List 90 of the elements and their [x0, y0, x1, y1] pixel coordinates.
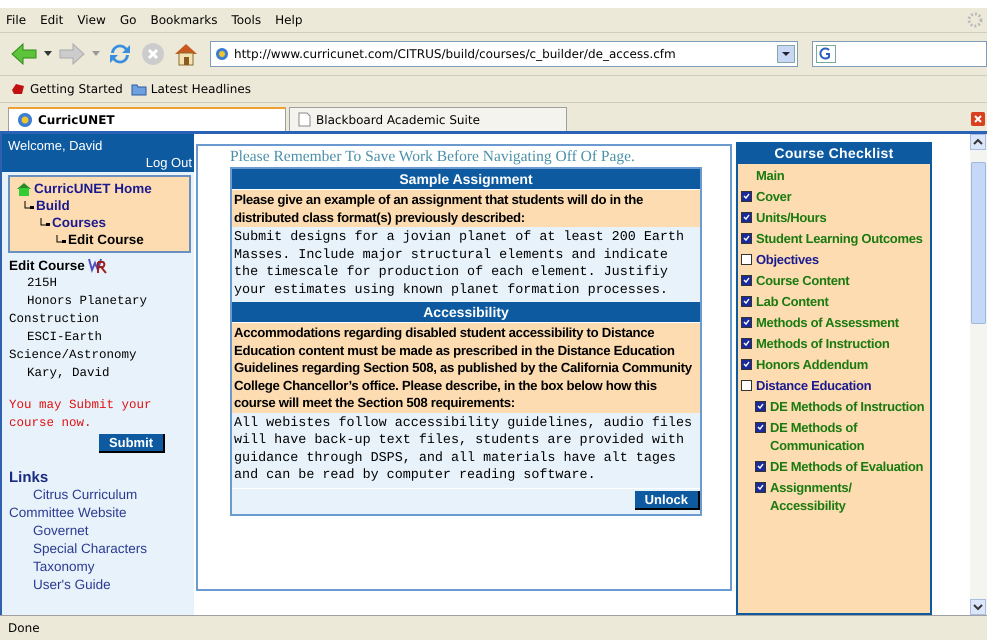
menu-item[interactable]: Tools: [232, 13, 262, 27]
submit-button[interactable]: Submit: [99, 434, 166, 453]
checklist-link[interactable]: Cover: [756, 188, 792, 206]
checklist-link[interactable]: DE Methods of Communication: [770, 419, 927, 455]
course-info-line: Honors Planetary Construction: [9, 293, 148, 328]
dropdown-icon[interactable]: [44, 51, 52, 57]
checkbox[interactable]: [741, 233, 752, 244]
checklist-link[interactable]: DE Methods of Instruction: [770, 398, 924, 416]
answer-text: Submit designs for a jovian planet of at least 200 Earth Masses. Include major structural elements and indicate the timescale for production of each element. Justifiy your estimates using known planet formation processes.: [233, 229, 685, 300]
checkbox[interactable]: [741, 254, 752, 265]
course-info-line: Kary, David: [26, 365, 111, 382]
breadcrumb-link[interactable]: Edit Course: [68, 231, 144, 248]
sidebar-link[interactable]: Special Characters: [2, 540, 194, 558]
checklist-link[interactable]: Methods of Assessment: [756, 314, 899, 332]
checkbox[interactable]: [741, 380, 752, 391]
browser-tab[interactable]: Blackboard Academic Suite: [289, 107, 567, 131]
scrollbar[interactable]: [970, 134, 987, 615]
scroll-down-icon[interactable]: [970, 599, 986, 615]
checklist-link[interactable]: DE Methods of Evaluation: [770, 458, 924, 476]
submit-note: You may Submit your course now.: [9, 397, 153, 432]
page-icon: [298, 112, 311, 127]
home-icon: [16, 182, 32, 196]
checklist-link[interactable]: Honors Addendum: [756, 356, 868, 374]
folder-icon: [130, 82, 147, 96]
checklist-link[interactable]: Methods of Instruction: [756, 335, 890, 353]
sidebar-link[interactable]: Citrus Curriculum Committee Website: [2, 486, 194, 522]
branch-icon: [56, 234, 66, 244]
checklist-link[interactable]: Distance Education: [756, 377, 872, 395]
checkbox[interactable]: [741, 359, 752, 370]
wr-logo-icon: [88, 258, 108, 274]
answer-text: All webistes follow accessibility guidelines, audio files will have back-up text files, students are provided with guidance through DSPS, and all materials have alt tages and can be read by computer reading software.: [233, 414, 694, 485]
sidebar-link[interactable]: Governet: [2, 522, 194, 540]
links-heading: Links: [9, 469, 50, 486]
question-prompt: Please give an example of an assignment that students will do in the distributed class format(s) previously described:: [232, 190, 700, 227]
checklist-link[interactable]: Main: [756, 167, 784, 185]
globe-icon: [215, 47, 229, 61]
bookmark-icon: [10, 82, 26, 96]
menu-item[interactable]: Go: [120, 13, 136, 27]
checklist-link[interactable]: Units/Hours: [756, 209, 826, 227]
section-header: Accessibility: [232, 302, 700, 323]
checkbox[interactable]: [741, 317, 752, 328]
course-info-line: 215H: [26, 275, 58, 292]
course-info-line: ESCI-Earth Science/Astronomy: [9, 329, 138, 364]
search-field[interactable]: [812, 41, 987, 67]
globe-icon: [17, 112, 33, 128]
section-header: Sample Assignment: [232, 169, 700, 190]
menu-item[interactable]: Help: [275, 13, 302, 27]
welcome-text: Welcome, David: [8, 137, 104, 154]
checklist-link[interactable]: Course Content: [756, 272, 850, 290]
scroll-up-icon[interactable]: [970, 134, 986, 150]
checkbox[interactable]: [755, 422, 766, 433]
checkbox[interactable]: [755, 482, 766, 493]
checklist-link[interactable]: Assignments/ Accessibility: [770, 479, 927, 515]
dropdown-icon[interactable]: [777, 45, 795, 63]
checkbox[interactable]: [755, 461, 766, 472]
checkbox[interactable]: [741, 191, 752, 202]
back-icon[interactable]: [10, 42, 38, 66]
address-field[interactable]: http://www.curricunet.com/CITRUS/build/courses/c_builder/de_access.cfm: [210, 41, 798, 67]
breadcrumb-link[interactable]: Build: [36, 197, 70, 214]
save-notice: Please Remember To Save Work Before Navigating Off Of Page.: [230, 148, 636, 166]
throbber-icon: [967, 12, 983, 28]
checkbox[interactable]: [755, 401, 766, 412]
browser-tab[interactable]: CurricUNET: [8, 107, 286, 131]
bookmark-item[interactable]: Latest Headlines: [130, 82, 251, 96]
breadcrumb-link[interactable]: CurricUNET Home: [34, 180, 152, 197]
checkbox[interactable]: [741, 212, 752, 223]
bookmark-item[interactable]: Getting Started: [10, 82, 123, 96]
branch-icon: [40, 218, 50, 228]
unlock-button[interactable]: Unlock: [634, 490, 700, 510]
checkbox[interactable]: [741, 275, 752, 286]
branch-icon: [24, 200, 34, 210]
checklist-link[interactable]: Lab Content: [756, 293, 829, 311]
status-text: Done: [8, 621, 40, 635]
checkbox[interactable]: [741, 296, 752, 307]
logout-link[interactable]: Log Out: [146, 154, 192, 171]
breadcrumb-link[interactable]: Courses: [52, 214, 106, 231]
sidebar-link[interactable]: Taxonomy: [2, 558, 194, 576]
question-prompt: Accommodations regarding disabled student accessibility to Distance Education content must be made as prescribed in the Distance Education Guidelines regarding Section 508, as published by the California Community College Chancellor’s office. Please describe, in the box below how this course will meet the Section 508 requirements:: [232, 323, 700, 412]
close-icon[interactable]: [971, 112, 985, 126]
checkbox[interactable]: [741, 338, 752, 349]
menu-item[interactable]: Bookmarks: [150, 13, 218, 27]
menu-item[interactable]: View: [77, 13, 106, 27]
menu-item[interactable]: File: [6, 13, 26, 27]
search-engine-icon[interactable]: [816, 45, 836, 63]
edit-course-heading: Edit Course: [9, 258, 85, 273]
menu-item[interactable]: Edit: [40, 13, 64, 27]
checklist-link[interactable]: Student Learning Outcomes: [756, 230, 923, 248]
sidebar-link[interactable]: User's Guide: [2, 576, 194, 594]
checklist-link[interactable]: Objectives: [756, 251, 819, 269]
checklist-header: Course Checklist: [738, 142, 930, 164]
